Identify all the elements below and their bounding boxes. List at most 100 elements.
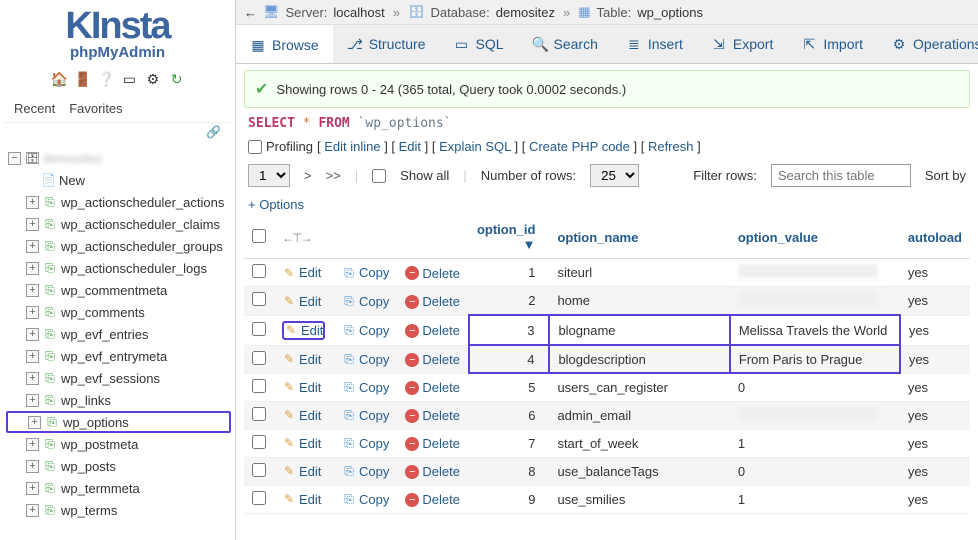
expand-icon[interactable]: + (26, 218, 39, 231)
delete-link[interactable]: −Delete (405, 464, 460, 479)
profiling-link-refresh[interactable]: Refresh (648, 139, 694, 154)
edit-link[interactable]: ✎Edit (282, 408, 321, 423)
row-checkbox[interactable] (252, 407, 266, 421)
tab-export[interactable]: ⇲Export (697, 25, 787, 63)
profiling-checkbox[interactable] (248, 140, 262, 154)
copy-link[interactable]: ⎘Copy (342, 323, 389, 338)
profiling-link-explain-sql[interactable]: Explain SQL (439, 139, 511, 154)
edit-link[interactable]: ✎Edit (282, 492, 321, 507)
select-all-checkbox[interactable] (252, 229, 266, 243)
back-arrow-icon[interactable]: ← (244, 5, 257, 20)
tree-table-wp_actionscheduler_claims[interactable]: +⎘wp_actionscheduler_claims (6, 213, 231, 235)
expand-icon[interactable]: + (26, 240, 39, 253)
tree-table-wp_links[interactable]: +⎘wp_links (6, 389, 231, 411)
row-checkbox[interactable] (252, 379, 266, 393)
copy-link[interactable]: ⎘Copy (342, 352, 389, 367)
filter-input[interactable] (771, 164, 911, 187)
profiling-link-edit[interactable]: Edit (399, 139, 421, 154)
delete-link[interactable]: −Delete (405, 323, 460, 338)
delete-link[interactable]: −Delete (405, 380, 460, 395)
show-all-checkbox[interactable] (372, 169, 386, 183)
bc-db-value[interactable]: demositez (496, 5, 555, 20)
sort-arrows[interactable]: ←⊤→ (282, 231, 310, 245)
tab-search[interactable]: 🔍Search (518, 25, 612, 63)
copy-link[interactable]: ⎘Copy (342, 380, 389, 395)
tree-table-wp_evf_entrymeta[interactable]: +⎘wp_evf_entrymeta (6, 345, 231, 367)
copy-link[interactable]: ⎘Copy (342, 464, 389, 479)
edit-link[interactable]: ✎Edit (282, 294, 321, 309)
tab-import[interactable]: ⇱Import (787, 25, 877, 63)
expand-icon[interactable]: + (26, 284, 39, 297)
expand-icon[interactable]: + (26, 262, 39, 275)
tab-operations[interactable]: ⚙Operations (877, 25, 978, 63)
row-checkbox[interactable] (252, 491, 266, 505)
refresh-icon[interactable]: ↻ (169, 71, 185, 87)
copy-link[interactable]: ⎘Copy (342, 436, 389, 451)
expand-icon[interactable]: + (26, 328, 39, 341)
copy-link[interactable]: ⎘Copy (342, 265, 389, 280)
edit-link[interactable]: ✎Edit (282, 380, 321, 395)
row-checkbox[interactable] (252, 292, 266, 306)
expand-icon[interactable]: + (26, 394, 39, 407)
tab-browse[interactable]: ▦Browse (236, 25, 333, 63)
tree-table-wp_actionscheduler_groups[interactable]: +⎘wp_actionscheduler_groups (6, 235, 231, 257)
gear-icon[interactable]: ⚙ (145, 71, 161, 87)
tree-table-wp_terms[interactable]: +⎘wp_terms (6, 499, 231, 521)
exit-icon[interactable]: 🚪 (74, 71, 90, 87)
edit-link[interactable]: ✎Edit (282, 436, 321, 451)
expand-icon[interactable]: + (26, 482, 39, 495)
delete-link[interactable]: −Delete (405, 408, 460, 423)
num-rows-select[interactable]: 25 (590, 164, 639, 187)
tree-table-wp_posts[interactable]: +⎘wp_posts (6, 455, 231, 477)
row-checkbox[interactable] (252, 264, 266, 278)
expand-icon[interactable]: + (26, 460, 39, 473)
tab-structure[interactable]: ⎇Structure (333, 25, 440, 63)
row-checkbox[interactable] (252, 435, 266, 449)
tree-table-wp_termmeta[interactable]: +⎘wp_termmeta (6, 477, 231, 499)
bc-table-value[interactable]: wp_options (637, 5, 703, 20)
copy-link[interactable]: ⎘Copy (342, 492, 389, 507)
edit-link[interactable]: ✎Edit (282, 352, 321, 367)
tree-table-wp_actionscheduler_actions[interactable]: +⎘wp_actionscheduler_actions (6, 191, 231, 213)
row-checkbox[interactable] (252, 322, 266, 336)
expand-icon[interactable]: + (26, 504, 39, 517)
delete-link[interactable]: −Delete (405, 352, 460, 367)
tab-recent[interactable]: Recent (10, 99, 59, 118)
expand-icon[interactable]: + (26, 350, 39, 363)
tree-new[interactable]: 📄 New (6, 169, 231, 191)
tab-sql[interactable]: ▭SQL (440, 25, 518, 63)
col-option-value[interactable]: option_value (738, 230, 818, 245)
tree-table-wp_evf_sessions[interactable]: +⎘wp_evf_sessions (6, 367, 231, 389)
tree-table-wp_actionscheduler_logs[interactable]: +⎘wp_actionscheduler_logs (6, 257, 231, 279)
tree-db-row[interactable]: − 🗄 demositez (6, 147, 231, 169)
tab-insert[interactable]: ≣Insert (612, 25, 697, 63)
row-checkbox[interactable] (252, 463, 266, 477)
expand-icon[interactable]: + (26, 438, 39, 451)
delete-link[interactable]: −Delete (405, 266, 460, 281)
edit-link[interactable]: ✎Edit (282, 321, 325, 340)
delete-link[interactable]: −Delete (405, 294, 460, 309)
tree-table-wp_comments[interactable]: +⎘wp_comments (6, 301, 231, 323)
tree-table-wp_evf_entries[interactable]: +⎘wp_evf_entries (6, 323, 231, 345)
bc-server-value[interactable]: localhost (333, 5, 384, 20)
profiling-link-edit-inline[interactable]: Edit inline (324, 139, 380, 154)
copy-link[interactable]: ⎘Copy (342, 294, 389, 309)
expand-icon[interactable]: + (26, 306, 39, 319)
page-select[interactable]: 1 (248, 164, 290, 187)
tree-table-wp_options[interactable]: +⎘wp_options (6, 411, 231, 433)
expand-icon[interactable]: + (26, 196, 39, 209)
row-checkbox[interactable] (252, 351, 266, 365)
edit-link[interactable]: ✎Edit (282, 265, 321, 280)
profiling-link-create-php-code[interactable]: Create PHP code (529, 139, 630, 154)
link-icon[interactable]: 🔗 (4, 123, 231, 143)
col-autoload[interactable]: autoload (908, 230, 962, 245)
expand-icon[interactable]: + (26, 372, 39, 385)
edit-link[interactable]: ✎Edit (282, 464, 321, 479)
tree-table-wp_commentmeta[interactable]: +⎘wp_commentmeta (6, 279, 231, 301)
copy-link[interactable]: ⎘Copy (342, 408, 389, 423)
tree-table-wp_postmeta[interactable]: +⎘wp_postmeta (6, 433, 231, 455)
delete-link[interactable]: −Delete (405, 436, 460, 451)
tab-favorites[interactable]: Favorites (65, 99, 126, 118)
col-option-id[interactable]: option_id (477, 222, 536, 237)
expand-icon[interactable]: + (28, 416, 41, 429)
